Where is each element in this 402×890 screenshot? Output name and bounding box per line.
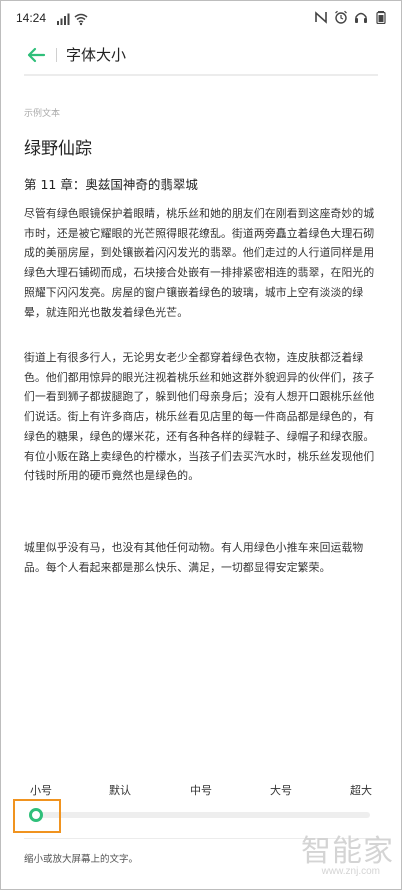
wifi-icon	[74, 13, 88, 26]
font-size-hint: 缩小或放大屏幕上的文字。	[24, 854, 139, 865]
alarm-icon	[335, 10, 347, 24]
nfc-icon	[315, 11, 327, 24]
headphones-icon	[355, 12, 367, 23]
sample-paragraph-3: 城里似乎没有马，也没有其他任何动物。有人用绿色小推车来回运载物品。每个人看起来都…	[24, 541, 364, 574]
signal-icon	[57, 13, 70, 25]
app-bar-divider	[56, 48, 57, 62]
watermark-logo: 智能家 www.znj.com	[290, 826, 394, 884]
font-size-option-extra-large[interactable]: 超大	[350, 782, 372, 798]
arrow-left-icon[interactable]	[24, 43, 48, 67]
sample-paragraph-2: 街道上有很多行人，无论男女老少全都穿着绿色衣物，连皮肤都泛着绿色。他们都用惊异的…	[24, 351, 375, 483]
status-left-icons	[56, 12, 88, 26]
status-time: 14:24	[16, 11, 47, 25]
battery-icon	[376, 11, 386, 24]
page-title: 字体大小	[66, 46, 127, 64]
sample-chapter-title: 第 11 章：奥兹国神奇的翡翠城	[24, 177, 198, 192]
font-size-slider-thumb[interactable]	[29, 808, 43, 822]
font-size-slider-track[interactable]	[30, 812, 370, 818]
title-divider	[24, 74, 378, 76]
font-size-option-default[interactable]: 默认	[109, 782, 131, 798]
sample-paragraph-1: 尽管有绿色眼镜保护着眼睛，桃乐丝和她的朋友们在刚看到这座奇妙的城市时，还是被它耀…	[24, 207, 375, 319]
font-size-option-medium[interactable]: 中号	[190, 782, 212, 798]
watermark-text: 智能家	[301, 834, 394, 869]
sample-heading: 绿野仙踪	[24, 139, 92, 159]
sample-label: 示例文本	[24, 109, 61, 119]
font-size-options: 小号 默认 中号 大号 超大	[0, 782, 402, 800]
status-right-icons	[314, 10, 388, 24]
watermark-url: www.znj.com	[321, 866, 380, 877]
app-bar: 字体大小	[0, 36, 402, 74]
font-size-option-small[interactable]: 小号	[30, 782, 52, 798]
font-size-option-large[interactable]: 大号	[270, 782, 292, 798]
status-bar: 14:24	[0, 0, 402, 40]
